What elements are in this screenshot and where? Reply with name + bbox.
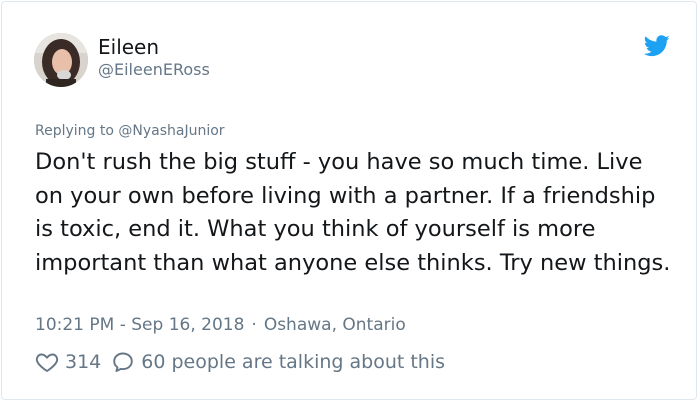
- talking-count[interactable]: 60 people are talking about this: [141, 351, 445, 373]
- twitter-bird-icon[interactable]: [643, 35, 670, 57]
- like-count[interactable]: 314: [65, 351, 101, 373]
- tweet-meta: 10:21 PM - Sep 16, 2018 · Oshawa, Ontario: [35, 314, 406, 336]
- heart-icon[interactable]: [35, 350, 59, 374]
- meta-separator: ·: [251, 315, 257, 335]
- avatar[interactable]: [34, 33, 88, 87]
- reply-prefix: Replying to: [35, 123, 114, 139]
- tweet-text: Don't rush the big stuff - you have so m…: [35, 149, 671, 276]
- tweet-timestamp[interactable]: 10:21 PM - Sep 16, 2018: [35, 315, 244, 335]
- tweet-card: Eileen @EileenERoss Replying to @NyashaJ…: [1, 1, 697, 400]
- tweet-actions: 314 60 people are talking about this: [35, 348, 445, 376]
- reply-context: Replying to @NyashaJunior: [35, 122, 225, 140]
- tweet-location[interactable]: Oshawa, Ontario: [264, 315, 406, 335]
- speech-bubble-icon[interactable]: [111, 350, 135, 374]
- reply-to-link[interactable]: @NyashaJunior: [118, 123, 224, 139]
- avatar-image: [34, 33, 88, 87]
- user-handle[interactable]: @EileenERoss: [98, 60, 210, 80]
- display-name[interactable]: Eileen: [98, 34, 159, 60]
